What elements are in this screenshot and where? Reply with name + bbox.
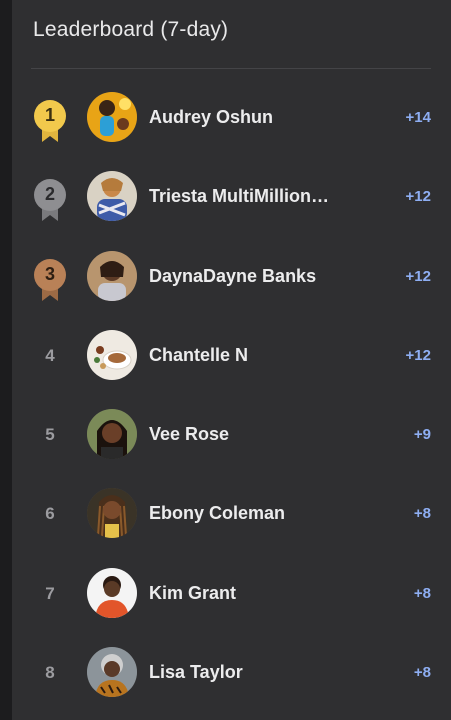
user-name[interactable]: Triesta MultiMillion… xyxy=(149,186,359,207)
user-name[interactable]: Ebony Coleman xyxy=(149,503,359,524)
leaderboard-row[interactable]: 2 Triesta MultiMillion… +12 xyxy=(12,158,451,237)
score: +14 xyxy=(405,109,431,126)
rank-number: 8 xyxy=(45,663,55,683)
score: +12 xyxy=(405,267,431,285)
rank-number: 1 xyxy=(44,105,55,125)
silver-medal-icon: 2 xyxy=(32,178,68,222)
leaderboard-row[interactable]: 4 Chantelle N +12 xyxy=(12,317,451,396)
bronze-medal-icon: 3 xyxy=(32,258,68,302)
leaderboard-row[interactable]: 7 Kim Grant +8 xyxy=(12,555,451,634)
avatar[interactable] xyxy=(87,171,137,222)
user-name[interactable]: DaynaDayne Banks xyxy=(149,266,359,287)
user-name[interactable]: Vee Rose xyxy=(149,424,359,445)
rank-number: 4 xyxy=(45,345,55,365)
rank-number: 5 xyxy=(45,425,55,445)
avatar[interactable] xyxy=(87,488,137,539)
avatar[interactable] xyxy=(87,567,137,618)
avatar[interactable] xyxy=(87,250,137,301)
leaderboard-panel: Leaderboard (7-day) 1 Audrey Oshun +14 2… xyxy=(12,0,451,720)
gold-medal-icon: 1 xyxy=(32,99,68,143)
score: +12 xyxy=(405,346,431,364)
user-name[interactable]: Audrey Oshun xyxy=(149,107,359,128)
rank-number: 2 xyxy=(44,184,55,205)
score: +8 xyxy=(413,664,431,682)
leaderboard-row[interactable]: 6 Ebony Coleman +8 xyxy=(12,475,451,554)
score: +8 xyxy=(413,584,431,602)
leaderboard-row[interactable]: 1 Audrey Oshun +14 xyxy=(12,79,451,158)
leaderboard-title: Leaderboard (7-day) xyxy=(33,18,229,41)
avatar[interactable] xyxy=(87,647,137,698)
avatar[interactable] xyxy=(87,329,137,380)
avatar[interactable] xyxy=(87,409,137,460)
leaderboard-row[interactable]: 8 Lisa Taylor +8 xyxy=(12,634,451,713)
score: +8 xyxy=(413,505,431,523)
leaderboard-row[interactable]: 3 DaynaDayne Banks +12 xyxy=(12,238,451,317)
rank-number: 7 xyxy=(45,583,55,603)
leaderboard-list: 1 Audrey Oshun +14 2 Triesta MultiMillio… xyxy=(12,79,451,713)
user-name[interactable]: Lisa Taylor xyxy=(149,662,359,683)
score: +9 xyxy=(413,426,431,444)
leaderboard-row[interactable]: 5 Vee Rose +9 xyxy=(12,396,451,475)
rank-number: 6 xyxy=(45,504,55,524)
user-name[interactable]: Kim Grant xyxy=(149,583,359,604)
avatar[interactable] xyxy=(87,92,137,142)
score: +12 xyxy=(405,188,431,206)
rank-number: 3 xyxy=(44,263,55,284)
divider xyxy=(31,68,431,69)
user-name[interactable]: Chantelle N xyxy=(149,345,359,366)
